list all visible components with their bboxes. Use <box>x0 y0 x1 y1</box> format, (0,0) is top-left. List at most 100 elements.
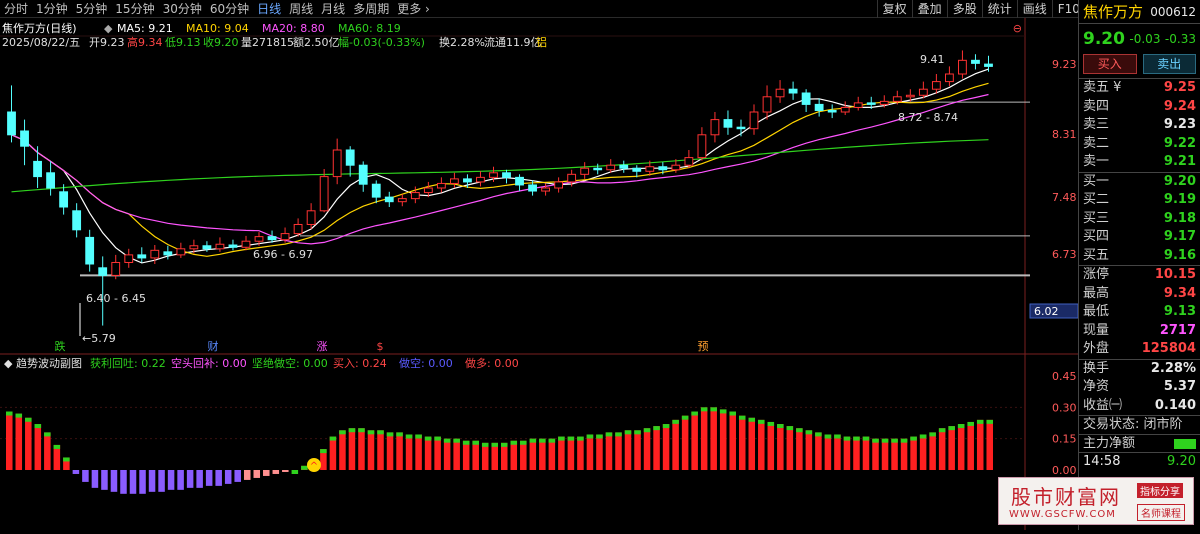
event-marker-0: 跌 <box>55 339 66 353</box>
stat-row: 最低 9.13 <box>1079 303 1200 322</box>
indicator-bar-up <box>700 407 708 470</box>
quote-line-item-1: 开9.23 <box>89 36 125 49</box>
indicator-bar-cap <box>872 438 879 443</box>
stat-value: 10.15 <box>1154 267 1196 282</box>
period-tab-10[interactable]: 更多 › <box>393 0 434 18</box>
candle-body <box>606 164 616 171</box>
indicator-bar-up <box>358 428 365 470</box>
kline-chart[interactable]: 9.41 8.72 - 8.74 6.96 - 6.97 6.40 - 6.45 ←5.… <box>0 0 1079 530</box>
indicator-bar-up <box>510 440 518 470</box>
watermark-tag-2: 名师课程 <box>1137 504 1185 521</box>
indicator-bar-cap <box>710 407 717 412</box>
period-tab-3[interactable]: 15分钟 <box>111 0 158 18</box>
period-tab-2[interactable]: 5分钟 <box>72 0 112 18</box>
indicator-bar-up <box>396 432 403 470</box>
indicator-bar-up <box>44 432 51 470</box>
tool-button-3[interactable]: 统计 <box>981 0 1017 18</box>
indicator-bar-cap <box>938 428 946 433</box>
tool-button-4[interactable]: 画线 <box>1016 0 1052 18</box>
period-tab-5[interactable]: 60分钟 <box>206 0 253 18</box>
stat2-value: 2.28% <box>1150 360 1196 376</box>
candle-body <box>241 240 251 248</box>
period-tab-9[interactable]: 多周期 <box>349 0 393 18</box>
stat2-label: 净资 <box>1083 379 1110 394</box>
indicator-bar-cap <box>700 407 708 412</box>
indicator-bar-cap <box>929 432 936 437</box>
candle-body <box>215 243 225 250</box>
stock-name: 焦作万方 <box>1083 3 1144 21</box>
indicator-bar-up <box>729 411 736 470</box>
buy-button[interactable]: 买入 <box>1083 54 1137 74</box>
indicator-bar-up <box>805 430 813 470</box>
quote-line-item-5: 量271815 <box>241 36 294 49</box>
indicator-bar-cap <box>53 444 61 449</box>
tool-button-1[interactable]: 叠加 <box>911 0 947 18</box>
tool-button-2[interactable]: 多股 <box>946 0 982 18</box>
indicator-bar-up <box>415 434 422 470</box>
period-tab-1[interactable]: 1分钟 <box>32 0 72 18</box>
period-tab-7[interactable]: 周线 <box>285 0 317 18</box>
indicator-bar-up <box>472 440 479 470</box>
ask-row: 卖二 9.22 <box>1079 135 1200 154</box>
indicator-bar-up <box>976 419 984 470</box>
indicator-bar-up <box>377 430 384 470</box>
header-item-1: ◆ <box>104 22 113 35</box>
indicator-bar-cap <box>767 421 775 426</box>
tick-price: 9.20 <box>1167 454 1196 469</box>
period-tab-0[interactable]: 分时 <box>0 0 32 18</box>
ask-book: 卖五 ¥ 9.25 卖四 9.24 卖三 9.23 卖二 9.22 卖一 9.21 <box>1079 79 1200 172</box>
indicator-bar-up <box>434 436 441 470</box>
indicator-bar-up <box>481 442 489 470</box>
sell-button[interactable]: 卖出 <box>1142 54 1196 74</box>
quote-line-item-2: 高9.34 <box>127 35 163 49</box>
indicator-bar-cap <box>548 438 556 443</box>
indicator-bar-cap <box>824 434 832 439</box>
stat2-row: 换手 2.28% <box>1079 360 1200 379</box>
candle-body <box>476 176 485 183</box>
indicator-bar-cap <box>25 417 32 422</box>
stat-value: 9.13 <box>1163 304 1196 319</box>
indicator-bar-up <box>453 438 460 470</box>
price-change: -0.03 <box>1129 32 1161 46</box>
indicator-bar-up <box>348 428 356 470</box>
price-label: 6.73 <box>1052 248 1077 261</box>
candle-body <box>580 167 590 175</box>
indicator-bar-up <box>529 438 537 470</box>
stat-label: 最低 <box>1083 304 1110 319</box>
quote-line-item-4: 收9.20 <box>203 35 239 49</box>
indicator-bar-cap <box>386 432 394 437</box>
tool-button-0[interactable]: 复权 <box>876 0 912 18</box>
indicator-bar-down <box>72 470 80 474</box>
indicator-bar-cap <box>443 438 451 443</box>
indicator-bar-up <box>491 442 498 470</box>
indicator-bar-cap <box>481 442 489 447</box>
main-flow-row[interactable]: 主力净额 <box>1079 433 1200 453</box>
candle-body <box>931 81 941 90</box>
indicator-bar-cap <box>558 436 565 441</box>
indicator-bar-down <box>91 470 99 488</box>
period-tab-4[interactable]: 30分钟 <box>159 0 206 18</box>
indicator-bar-up <box>691 411 698 470</box>
indicator-bar-cap <box>501 442 508 447</box>
indicator-bar-down <box>139 470 146 494</box>
period-tab-6[interactable]: 日线 <box>253 0 285 18</box>
indicator-bar-up <box>501 442 508 470</box>
candle-body <box>124 254 134 263</box>
candle-body <box>46 172 56 189</box>
site-watermark: 股市财富网 WWW.GSCFW.COM 指标分享 名师课程 <box>998 477 1194 525</box>
indicator-bar-cap <box>738 415 746 420</box>
indicator-bar-cap <box>891 438 898 443</box>
quote-line-item-3: 低9.13 <box>165 36 201 49</box>
candle-body <box>7 111 16 136</box>
indicator-bar-cap <box>843 436 851 441</box>
quote-stats-2: 换手 2.28% 净资 5.37 收益㈠ 0.140 <box>1079 358 1200 416</box>
stat-value: 125804 <box>1141 341 1196 356</box>
quote-panel: 焦作万方 000612 9.20 -0.03 -0.33 买入 卖出 卖五 ¥ 9… <box>1078 0 1200 530</box>
candle-body <box>710 119 720 136</box>
indicator-bar-down <box>243 470 251 480</box>
stat-row: 最高 9.34 <box>1079 285 1200 304</box>
flow-bar <box>1174 438 1196 449</box>
event-marker-3: $ <box>377 340 384 353</box>
candle-body <box>541 187 550 192</box>
period-tab-8[interactable]: 月线 <box>317 0 349 18</box>
